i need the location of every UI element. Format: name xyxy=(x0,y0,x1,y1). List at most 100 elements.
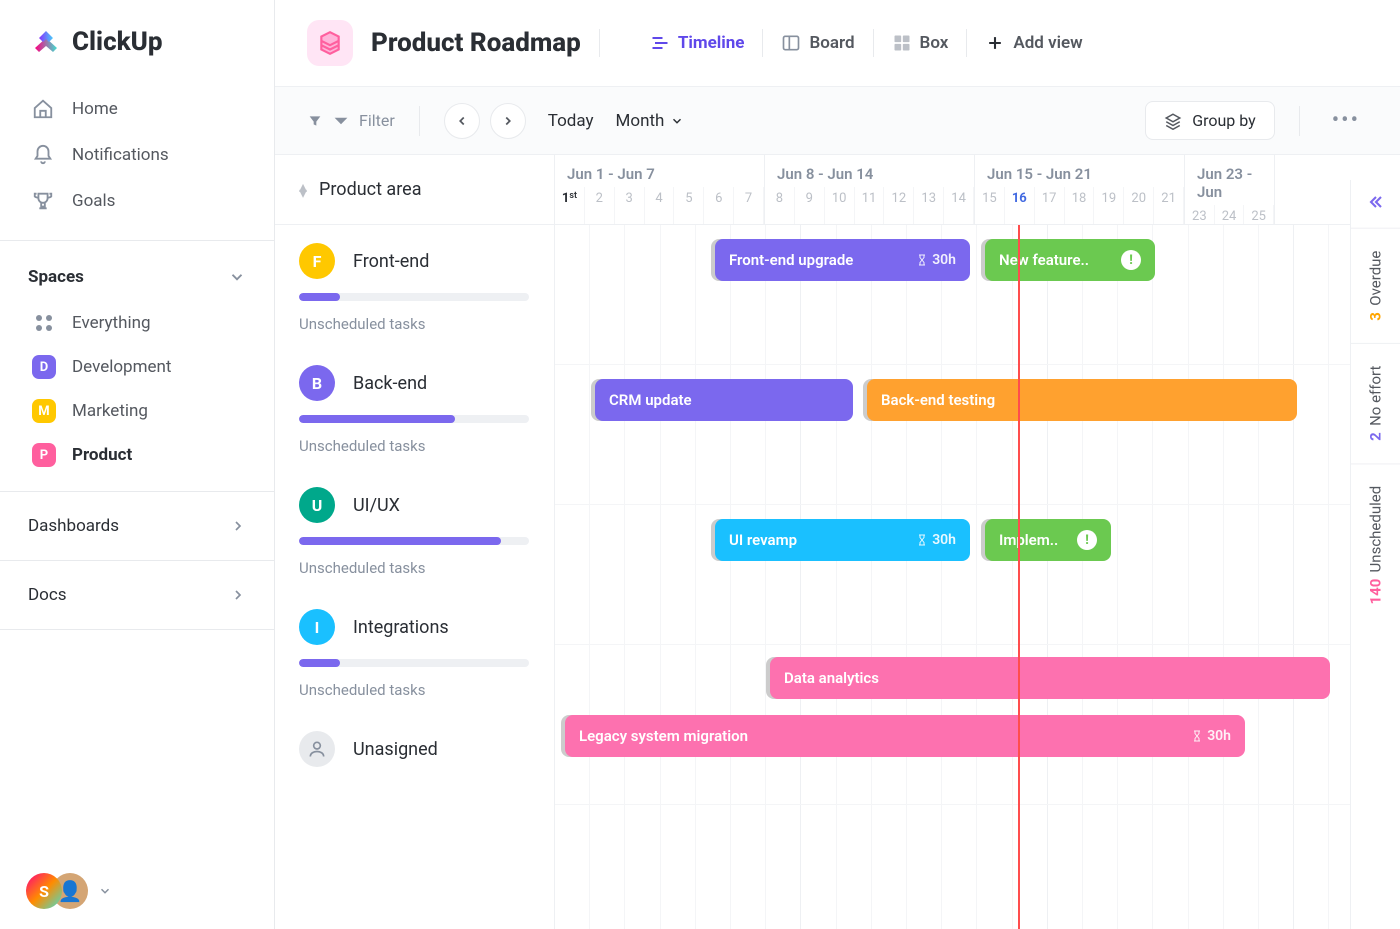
task-data-analytics[interactable]: Data analytics xyxy=(770,657,1330,699)
groupby-button[interactable]: Group by xyxy=(1145,101,1275,140)
timeline-row: Data analytics Legacy system migration 3… xyxy=(555,645,1400,805)
column-header[interactable]: ▴▾ Product area xyxy=(275,155,554,225)
unscheduled-link[interactable]: Unscheduled tasks xyxy=(299,559,530,577)
dashboards-section[interactable]: Dashboards xyxy=(0,500,274,552)
timeline-row: Front-end upgrade 30h New feature.. xyxy=(555,225,1400,365)
space-badge: D xyxy=(32,355,56,379)
progress-bar xyxy=(299,293,529,301)
rail-noeffort[interactable]: 2 No effort xyxy=(1351,343,1400,463)
nav-home[interactable]: Home xyxy=(18,86,256,132)
next-button[interactable] xyxy=(490,103,526,139)
caret-down-icon xyxy=(333,113,349,129)
group-unassigned[interactable]: Unasigned xyxy=(275,713,554,781)
home-icon xyxy=(32,98,54,120)
trophy-icon xyxy=(32,190,54,212)
brand-name: ClickUp xyxy=(72,27,163,57)
task-new-feature[interactable]: New feature.. xyxy=(985,239,1155,281)
task-legacy-migration[interactable]: Legacy system migration 30h xyxy=(565,715,1245,757)
alert-icon xyxy=(1077,530,1097,550)
board-icon xyxy=(781,33,801,53)
filter-icon xyxy=(307,113,323,129)
unscheduled-link[interactable]: Unscheduled tasks xyxy=(299,315,530,333)
hours-badge: 30h xyxy=(916,532,956,548)
chevron-down-icon xyxy=(670,114,684,128)
right-rail: 3 Overdue 2 No effort 140 Unscheduled xyxy=(1350,180,1400,929)
hours-badge: 30h xyxy=(1191,728,1231,744)
task-ui-revamp[interactable]: UI revamp 30h xyxy=(715,519,970,561)
space-product[interactable]: P Product xyxy=(18,433,256,477)
avatar: S xyxy=(26,873,62,909)
timeline-grid[interactable]: Jun 1 - Jun 71st234567Jun 8 - Jun 148910… xyxy=(555,155,1400,929)
unassigned-icon xyxy=(299,731,335,767)
tab-box[interactable]: Box xyxy=(874,25,967,61)
collapse-rail-button[interactable] xyxy=(1366,180,1386,228)
task-frontend-upgrade[interactable]: Front-end upgrade 30h xyxy=(715,239,970,281)
user-menu[interactable]: S 👤 xyxy=(0,853,274,929)
alert-icon xyxy=(1121,250,1141,270)
group-avatar: B xyxy=(299,365,335,401)
chevron-down-icon xyxy=(228,268,246,286)
nav-goals[interactable]: Goals xyxy=(18,178,256,224)
chevron-right-icon xyxy=(230,518,246,534)
task-backend-testing[interactable]: Back-end testing xyxy=(867,379,1297,421)
group-frontend[interactable]: F Front-end Unscheduled tasks xyxy=(275,225,554,347)
rail-unscheduled[interactable]: 140 Unscheduled xyxy=(1351,463,1400,626)
toolbar: Filter Today Month Group by ••• xyxy=(275,86,1400,155)
progress-bar xyxy=(299,537,529,545)
date-header: Jun 1 - Jun 71st234567Jun 8 - Jun 148910… xyxy=(555,155,1400,225)
add-view-button[interactable]: Add view xyxy=(967,25,1100,61)
group-avatar: F xyxy=(299,243,335,279)
filter-button[interactable]: Filter xyxy=(307,111,395,130)
chevron-down-icon xyxy=(98,884,112,898)
chevron-right-icon xyxy=(230,587,246,603)
more-button[interactable]: ••• xyxy=(1324,108,1368,133)
plus-icon xyxy=(985,33,1005,53)
spaces-header[interactable]: Spaces xyxy=(0,249,274,301)
today-button[interactable]: Today xyxy=(542,111,600,131)
task-crm-update[interactable]: CRM update xyxy=(595,379,853,421)
period-select[interactable]: Month xyxy=(616,111,685,131)
topbar: Product Roadmap Timeline Board Box xyxy=(275,0,1400,86)
timeline-row: CRM update Back-end testing xyxy=(555,365,1400,505)
unscheduled-link[interactable]: Unscheduled tasks xyxy=(299,681,530,699)
page-title: Product Roadmap xyxy=(371,28,581,58)
folder-icon xyxy=(307,20,353,66)
box-icon xyxy=(892,33,912,53)
tab-timeline[interactable]: Timeline xyxy=(632,25,763,61)
progress-bar xyxy=(299,659,529,667)
chevron-left-icon xyxy=(455,114,469,128)
group-integrations[interactable]: I Integrations Unscheduled tasks xyxy=(275,591,554,713)
group-column: ▴▾ Product area F Front-end Unscheduled … xyxy=(275,155,555,929)
group-backend[interactable]: B Back-end Unscheduled tasks xyxy=(275,347,554,469)
nav-notifications[interactable]: Notifications xyxy=(18,132,256,178)
rail-overdue[interactable]: 3 Overdue xyxy=(1351,228,1400,343)
main: Product Roadmap Timeline Board Box xyxy=(275,0,1400,929)
progress-bar xyxy=(299,415,529,423)
chevron-right-icon xyxy=(501,114,515,128)
hours-badge: 30h xyxy=(916,252,956,268)
timeline-row: UI revamp 30h Implem.. xyxy=(555,505,1400,645)
today-line xyxy=(1018,225,1020,929)
sidebar: ClickUp Home Notifications Goals Spaces xyxy=(0,0,275,929)
timeline-row xyxy=(555,805,1400,929)
timeline-icon xyxy=(650,33,670,53)
space-marketing[interactable]: M Marketing xyxy=(18,389,256,433)
bell-icon xyxy=(32,144,54,166)
task-implement[interactable]: Implem.. xyxy=(985,519,1111,561)
space-everything[interactable]: Everything xyxy=(18,301,256,345)
space-badge: P xyxy=(32,443,56,467)
group-uiux[interactable]: U UI/UX Unscheduled tasks xyxy=(275,469,554,591)
grid-icon xyxy=(32,311,56,335)
unscheduled-link[interactable]: Unscheduled tasks xyxy=(299,437,530,455)
logo[interactable]: ClickUp xyxy=(0,0,274,78)
layers-icon xyxy=(1164,112,1182,130)
group-avatar: U xyxy=(299,487,335,523)
space-development[interactable]: D Development xyxy=(18,345,256,389)
group-avatar: I xyxy=(299,609,335,645)
tab-board[interactable]: Board xyxy=(763,25,872,61)
space-badge: M xyxy=(32,399,56,423)
prev-button[interactable] xyxy=(444,103,480,139)
clickup-logo-icon xyxy=(30,26,62,58)
sort-icon: ▴▾ xyxy=(299,184,307,196)
docs-section[interactable]: Docs xyxy=(0,569,274,621)
